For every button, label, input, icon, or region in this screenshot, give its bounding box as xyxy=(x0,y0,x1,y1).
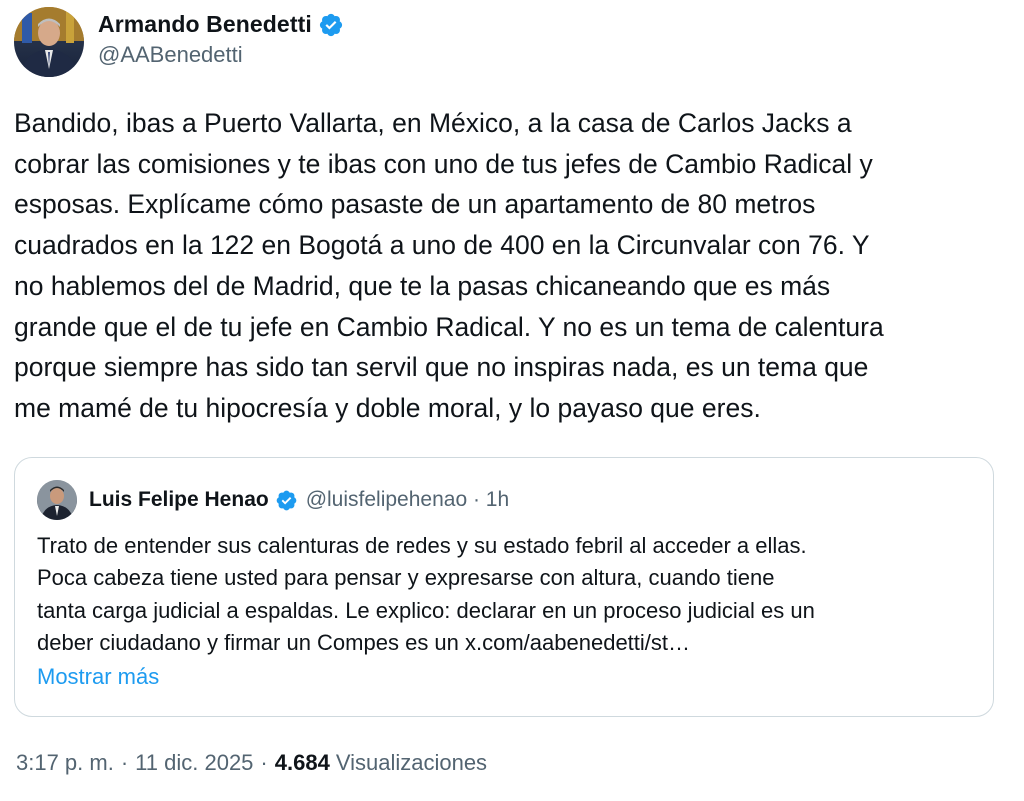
separator-dot: · xyxy=(260,750,268,775)
quoted-author-avatar[interactable] xyxy=(37,480,77,520)
author-names: Armando Benedetti @AABenedetti xyxy=(98,11,344,68)
views-label[interactable]: Visualizaciones xyxy=(336,750,487,776)
author-avatar[interactable] xyxy=(14,7,84,77)
separator-dot: · xyxy=(120,750,129,775)
author-display-name[interactable]: Armando Benedetti xyxy=(98,11,312,38)
quoted-tweet-card[interactable]: Luis Felipe Henao @luisfelipehenao · 1h … xyxy=(14,457,994,717)
quoted-author-name[interactable]: Luis Felipe Henao xyxy=(89,488,269,512)
verified-badge-icon xyxy=(319,13,342,36)
tweet-time[interactable]: 3:17 p. m. xyxy=(16,750,114,776)
verified-badge-icon xyxy=(276,490,297,510)
quoted-author-handle-time[interactable]: @luisfelipehenao · 1h xyxy=(306,488,509,512)
tweet-date[interactable]: 11 dic. 2025 xyxy=(135,750,253,776)
author-name-row: Armando Benedetti xyxy=(98,11,344,38)
views-count[interactable]: 4.684 xyxy=(275,750,330,776)
show-more-link[interactable]: Mostrar más xyxy=(37,664,159,690)
tweet-text: Bandido, ibas a Puerto Vallarta, en Méxi… xyxy=(14,108,884,423)
tweet-header: Armando Benedetti @AABenedetti xyxy=(14,7,344,77)
author-handle[interactable]: @AABenedetti xyxy=(98,42,344,68)
quoted-tweet-text: Trato de entender sus calenturas de rede… xyxy=(37,533,815,656)
quoted-tweet-header: Luis Felipe Henao @luisfelipehenao · 1h xyxy=(37,480,509,520)
tweet-metadata: 3:17 p. m. · 11 dic. 2025 · 4.684 Visual… xyxy=(16,750,487,776)
